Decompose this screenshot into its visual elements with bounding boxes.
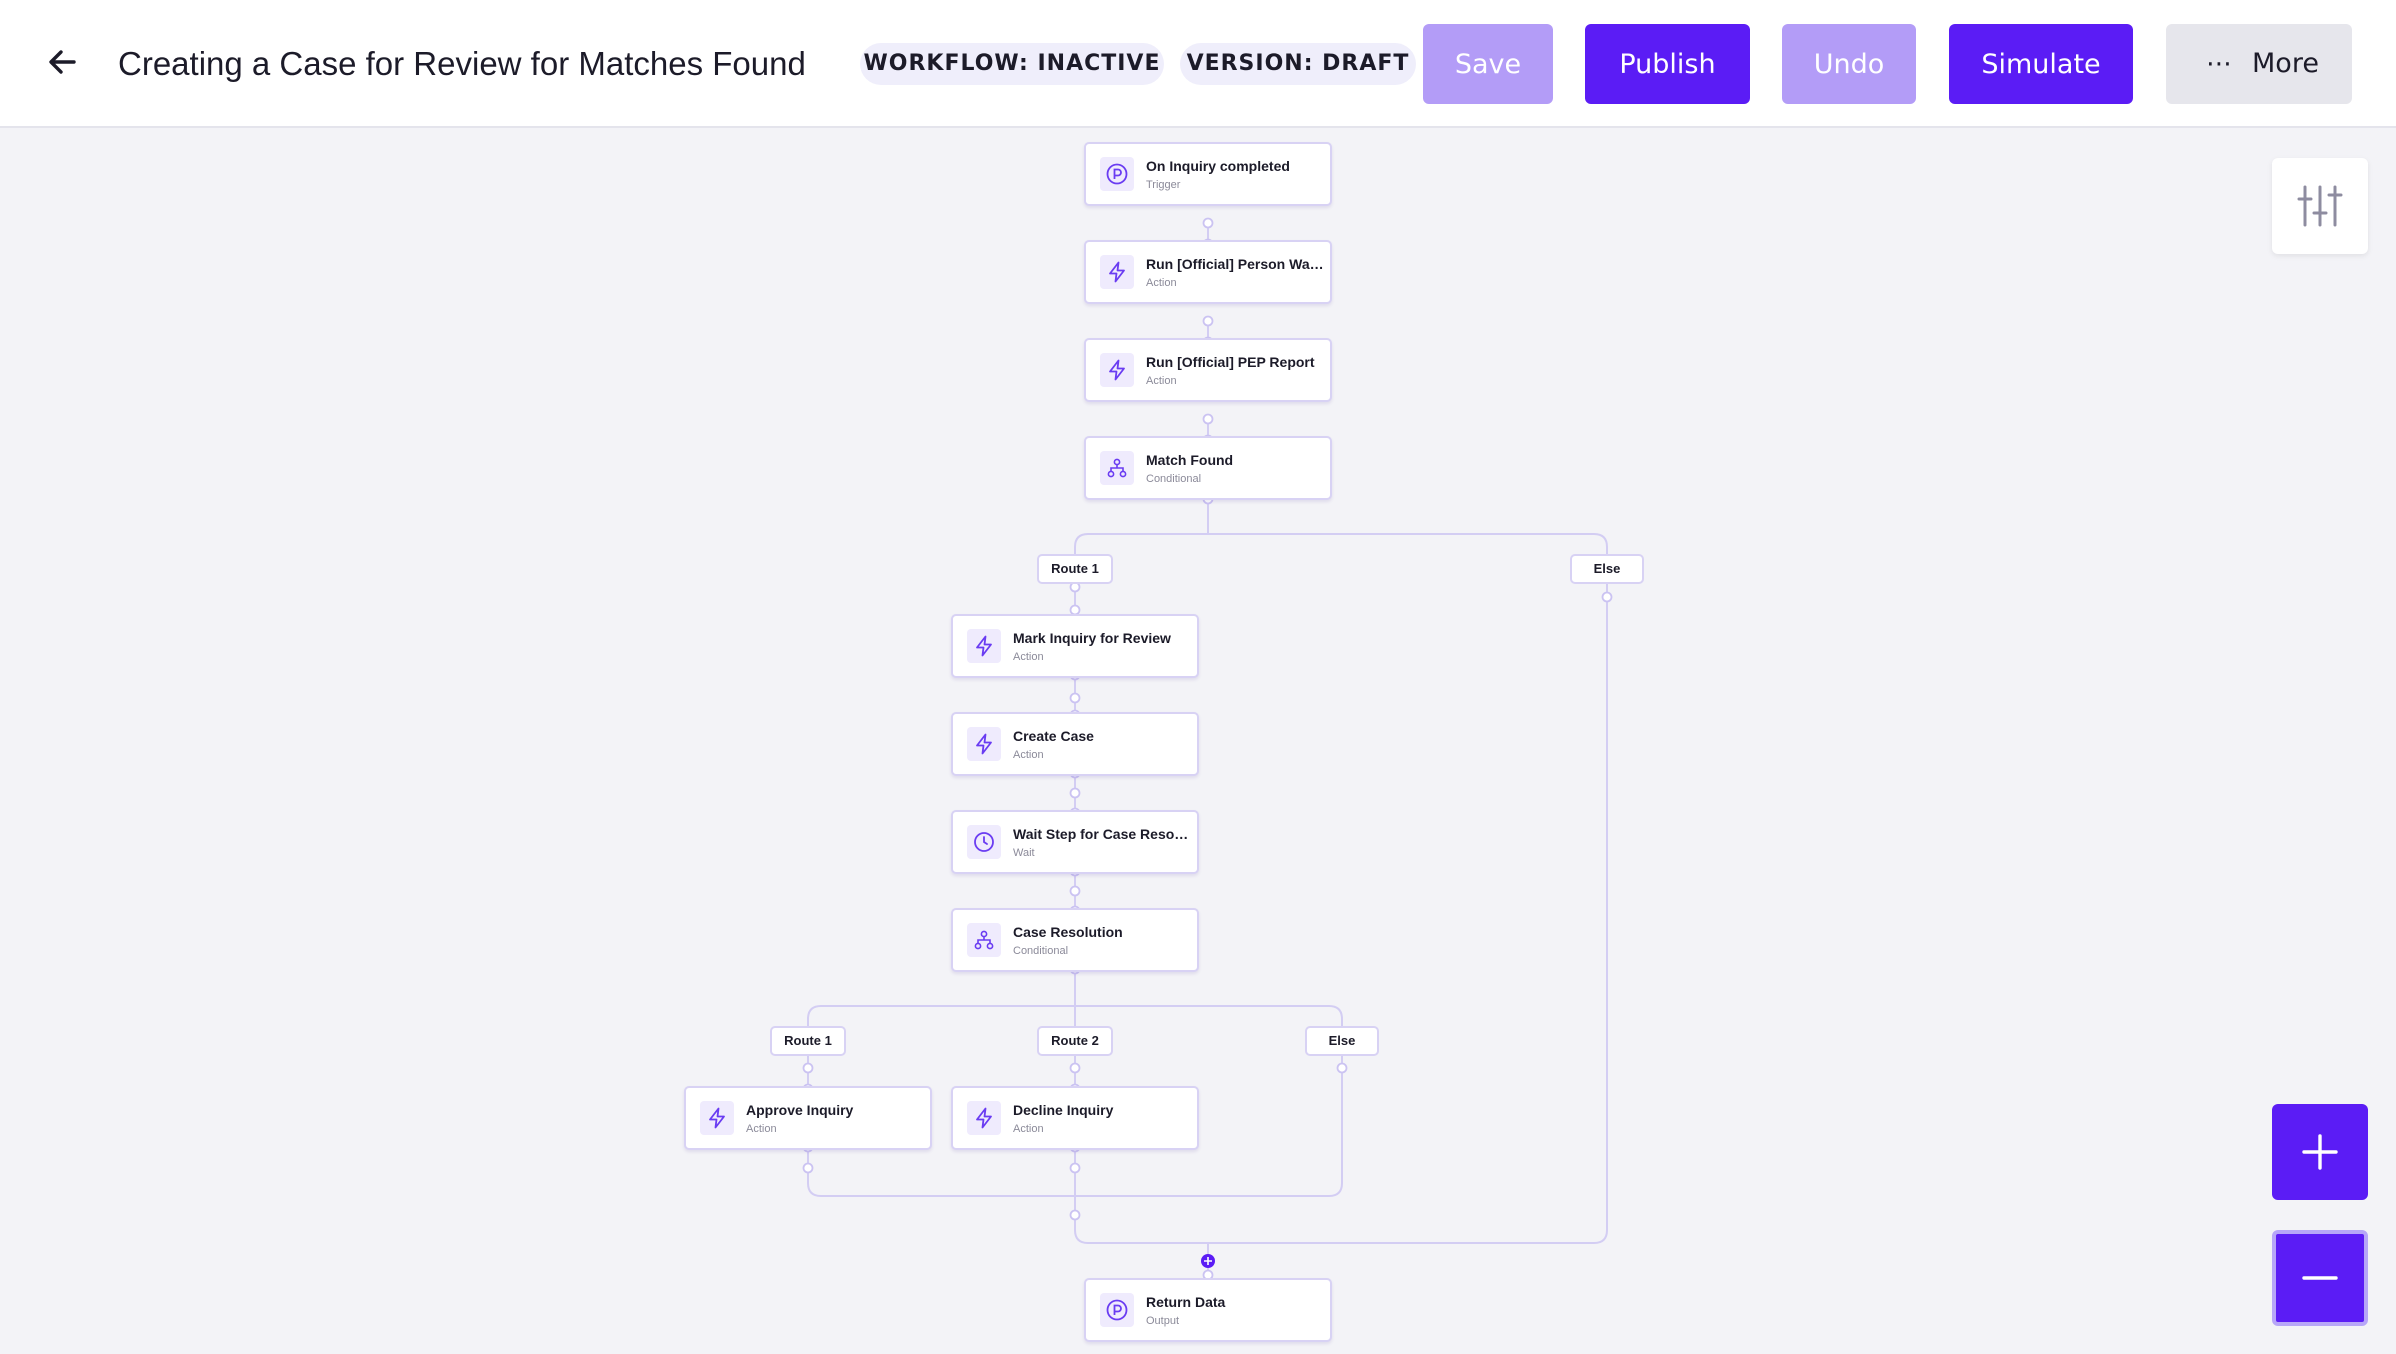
node-case-resolution[interactable]: Case Resolution Conditional	[951, 908, 1199, 972]
undo-button[interactable]: Undo	[1782, 24, 1916, 104]
workflow-canvas[interactable]: On Inquiry completed Trigger Run [Offici…	[0, 128, 2396, 1354]
else-route-label[interactable]: Else	[1305, 1026, 1379, 1056]
node-title: Run [Official] PEP Report	[1146, 354, 1315, 370]
else-route-label[interactable]: Else	[1570, 554, 1644, 584]
node-type: Action	[1013, 1123, 1044, 1135]
more-button[interactable]: ⋯ More	[2166, 24, 2352, 104]
more-dots-icon: ⋯	[2206, 49, 2233, 79]
lightning-icon	[700, 1101, 734, 1135]
node-title: On Inquiry completed	[1146, 158, 1290, 174]
node-type: Action	[1013, 749, 1044, 761]
sliders-icon	[2297, 185, 2343, 227]
workflow-status-badge: WORKFLOW: INACTIVE	[860, 43, 1164, 85]
node-title: Return Data	[1146, 1294, 1226, 1310]
zoom-out-button[interactable]	[2272, 1230, 2368, 1326]
branch-icon	[1100, 451, 1134, 485]
node-title: Wait Step for Case Resolution	[1013, 826, 1191, 842]
node-type: Conditional	[1013, 945, 1069, 957]
node-pep-report[interactable]: Run [Official] PEP Report Action	[1084, 338, 1332, 402]
simulate-button[interactable]: Simulate	[1949, 24, 2133, 104]
lightning-icon	[967, 727, 1001, 761]
lightning-icon	[967, 629, 1001, 663]
node-decline-inquiry[interactable]: Decline Inquiry Action	[951, 1086, 1199, 1150]
node-wait-step[interactable]: Wait Step for Case Resolution Wait	[951, 810, 1199, 874]
lightning-icon	[1100, 353, 1134, 387]
node-create-case[interactable]: Create Case Action	[951, 712, 1199, 776]
minus-icon	[2302, 1276, 2338, 1280]
node-type: Action	[746, 1123, 777, 1135]
node-title: Decline Inquiry	[1013, 1102, 1114, 1118]
node-title: Approve Inquiry	[746, 1102, 854, 1118]
lightning-icon	[1100, 255, 1134, 289]
route-1-label[interactable]: Route 1	[1037, 554, 1113, 584]
node-type: Action	[1013, 651, 1044, 663]
clock-icon	[967, 825, 1001, 859]
node-match-found[interactable]: Match Found Conditional	[1084, 436, 1332, 500]
save-button[interactable]: Save	[1423, 24, 1553, 104]
node-type: Trigger	[1146, 179, 1181, 191]
top-bar: Creating a Case for Review for Matches F…	[0, 0, 2396, 128]
plus-icon	[2302, 1134, 2338, 1170]
node-type: Wait	[1013, 847, 1035, 859]
node-person-watchlist[interactable]: Run [Official] Person Watchlist Action	[1084, 240, 1332, 304]
publish-button[interactable]: Publish	[1585, 24, 1750, 104]
node-title: Case Resolution	[1013, 924, 1123, 940]
more-label: More	[2252, 48, 2319, 79]
node-trigger[interactable]: On Inquiry completed Trigger	[1084, 142, 1332, 206]
node-approve-inquiry[interactable]: Approve Inquiry Action	[684, 1086, 932, 1150]
route-1-label[interactable]: Route 1	[770, 1026, 846, 1056]
node-title: Match Found	[1146, 452, 1234, 468]
persona-icon	[1100, 1293, 1134, 1327]
workflow-title: Creating a Case for Review for Matches F…	[118, 45, 806, 82]
node-type: Output	[1146, 1315, 1180, 1327]
node-type: Action	[1146, 375, 1177, 387]
route-2-label[interactable]: Route 2	[1037, 1026, 1113, 1056]
node-return-data[interactable]: Return Data Output	[1084, 1278, 1332, 1342]
persona-icon	[1100, 157, 1134, 191]
lightning-icon	[967, 1101, 1001, 1135]
version-status-badge: VERSION: DRAFT	[1180, 43, 1416, 85]
node-type: Action	[1146, 277, 1177, 289]
node-title: Create Case	[1013, 728, 1094, 744]
settings-sliders-button[interactable]	[2272, 158, 2368, 254]
zoom-in-button[interactable]	[2272, 1104, 2368, 1200]
node-type: Conditional	[1146, 473, 1202, 485]
back-arrow-icon[interactable]	[40, 40, 84, 84]
node-title: Mark Inquiry for Review	[1013, 630, 1171, 646]
branch-icon	[967, 923, 1001, 957]
node-mark-review[interactable]: Mark Inquiry for Review Action	[951, 614, 1199, 678]
node-title: Run [Official] Person Watchlist	[1146, 256, 1324, 272]
